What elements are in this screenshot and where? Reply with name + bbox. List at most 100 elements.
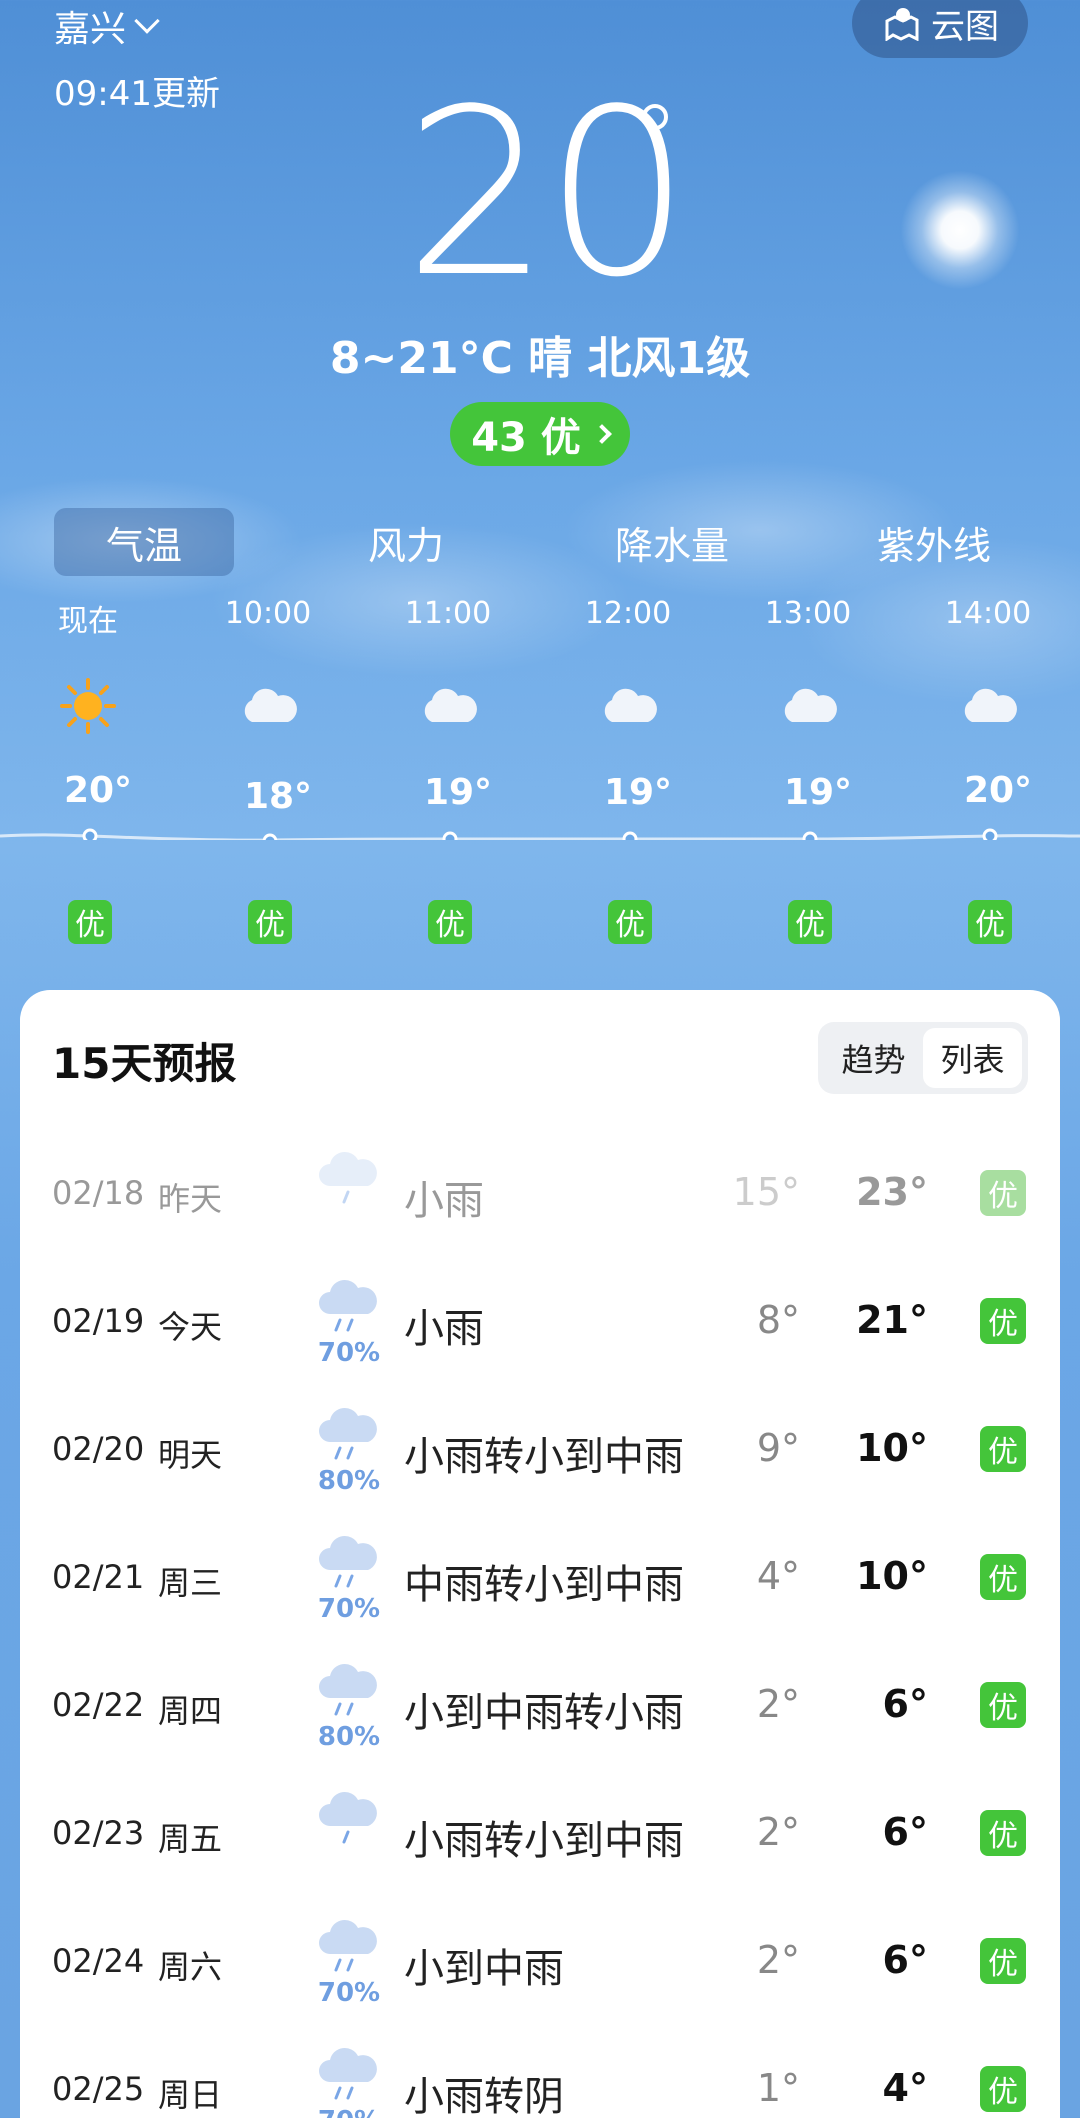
rain-icon <box>316 1916 386 1976</box>
tab-label: 风力 <box>367 523 444 568</box>
forecast-day: 周三 <box>158 1564 223 1602</box>
sun-icon <box>18 676 158 736</box>
aqi-label: 43 优 <box>471 415 581 461</box>
forecast-description: 小到中雨 <box>404 1946 564 1992</box>
cloud-icon <box>378 676 518 736</box>
hour-temp: 20° <box>963 770 1033 811</box>
aqi-badge: 优 <box>980 1682 1026 1728</box>
low-temp: 4° <box>756 1554 800 1598</box>
forecast-date: 02/20 <box>52 1430 145 1468</box>
forecast-date: 02/19 <box>52 1302 145 1340</box>
hourly-tabs: 气温 风力 降水量 紫外线 <box>0 508 1080 576</box>
low-temp: 9° <box>756 1426 800 1470</box>
cloud-map-icon <box>885 8 919 41</box>
forecast-description: 小雨 <box>404 1306 484 1352</box>
tab-label: 气温 <box>105 523 182 568</box>
city-name: 嘉兴 <box>54 9 127 50</box>
high-temp: 10° <box>856 1426 928 1470</box>
forecast-date: 02/21 <box>52 1558 145 1596</box>
hour-aqi-badge: 优 <box>68 900 112 944</box>
tab-temperature[interactable]: 气温 <box>54 508 234 576</box>
tab-precipitation[interactable]: 降水量 <box>582 508 762 576</box>
temp-point <box>442 831 458 840</box>
hour-time: 10:00 <box>224 596 312 631</box>
hour-time: 现在 <box>58 604 118 639</box>
temp-point <box>982 828 998 840</box>
aqi-badge: 优 <box>980 1426 1026 1472</box>
hour-aqi-badge: 优 <box>248 900 292 944</box>
cloud-icon <box>918 676 1058 736</box>
rain-icon <box>316 1532 386 1592</box>
update-time: 09:41更新 <box>54 74 220 114</box>
hour-aqi-badge: 优 <box>788 900 832 944</box>
forecast-day: 今天 <box>158 1308 223 1346</box>
hour-time: 13:00 <box>764 596 852 631</box>
forecast-card: 15天预报 趋势 列表 02/18 昨天 小雨 15° 23° 优 02/19 … <box>20 990 1060 2118</box>
aqi-badge: 优 <box>980 1554 1026 1600</box>
hour-aqi-badge: 优 <box>608 900 652 944</box>
forecast-description: 小雨转小到中雨 <box>404 1434 684 1480</box>
aqi-badge: 优 <box>980 1810 1026 1856</box>
trend-toggle[interactable]: 趋势 <box>824 1028 923 1088</box>
forecast-row[interactable]: 02/20 明天 80% 小雨转小到中雨 9° 10° 优 <box>20 1386 1060 1514</box>
low-temp: 2° <box>756 1682 800 1726</box>
rain-icon <box>316 2044 386 2104</box>
sun-glow <box>900 170 1020 290</box>
forecast-date: 02/24 <box>52 1942 145 1980</box>
hour-temp: 19° <box>603 772 673 813</box>
low-temp: 15° <box>732 1170 800 1214</box>
forecast-row[interactable]: 02/22 周四 80% 小到中雨转小雨 2° 6° 优 <box>20 1642 1060 1770</box>
forecast-description: 小到中雨转小雨 <box>404 1690 684 1736</box>
forecast-row[interactable]: 02/18 昨天 小雨 15° 23° 优 <box>20 1130 1060 1258</box>
low-temp: 2° <box>756 1810 800 1854</box>
forecast-date: 02/18 <box>52 1174 145 1212</box>
tab-label: 降水量 <box>614 523 729 568</box>
hour-temp: 20° <box>63 770 133 811</box>
today-summary: 8~21°C 晴 北风1级 <box>329 333 751 384</box>
forecast-title: 15天预报 <box>52 1039 237 1088</box>
aqi-badge: 优 <box>980 1938 1026 1984</box>
cloud-map-button[interactable]: 云图 <box>852 0 1028 58</box>
city-selector[interactable]: 嘉兴 <box>54 0 160 52</box>
tab-wind[interactable]: 风力 <box>316 508 496 576</box>
temp-point <box>802 831 818 840</box>
hour-aqi-badge: 优 <box>428 900 472 944</box>
forecast-day: 周五 <box>158 1820 223 1858</box>
forecast-row[interactable]: 02/21 周三 70% 中雨转小到中雨 4° 10° 优 <box>20 1514 1060 1642</box>
light-rain-icon <box>316 1788 386 1848</box>
rain-icon <box>316 1404 386 1464</box>
list-toggle[interactable]: 列表 <box>923 1028 1022 1088</box>
degree-symbol <box>642 104 668 130</box>
precipitation-probability: 70% <box>317 1594 381 1624</box>
tab-uv[interactable]: 紫外线 <box>844 508 1024 576</box>
cloud-icon <box>558 676 698 736</box>
precipitation-probability: 80% <box>317 1722 381 1752</box>
high-temp: 10° <box>856 1554 928 1598</box>
chevron-right-icon <box>591 424 612 444</box>
light-rain-icon <box>316 1148 386 1208</box>
forecast-row[interactable]: 02/23 周五 小雨转小到中雨 2° 6° 优 <box>20 1770 1060 1898</box>
forecast-description: 小雨转小到中雨 <box>404 1818 684 1864</box>
forecast-row[interactable]: 02/24 周六 70% 小到中雨 2° 6° 优 <box>20 1898 1060 2026</box>
hour-time: 11:00 <box>404 596 492 631</box>
rain-icon <box>316 1660 386 1720</box>
aqi-button[interactable]: 43 优 <box>450 402 630 466</box>
high-temp: 6° <box>882 1938 928 1982</box>
forecast-date: 02/23 <box>52 1814 145 1852</box>
rain-icon <box>316 1276 386 1336</box>
forecast-description: 小雨转阴 <box>404 2074 564 2118</box>
forecast-row[interactable]: 02/19 今天 70% 小雨 8° 21° 优 <box>20 1258 1060 1386</box>
temp-point <box>82 828 98 840</box>
tab-label: 紫外线 <box>876 523 991 568</box>
forecast-row[interactable]: 02/25 周日 70% 小雨转阴 1° 4° 优 <box>20 2026 1060 2118</box>
cloud-map-label: 云图 <box>931 6 999 47</box>
forecast-description: 中雨转小到中雨 <box>404 1562 684 1608</box>
high-temp: 6° <box>882 1682 928 1726</box>
hour-temp: 19° <box>783 772 853 813</box>
forecast-day: 周日 <box>158 2076 223 2114</box>
aqi-badge: 优 <box>980 1298 1026 1344</box>
view-toggle: 趋势 列表 <box>818 1022 1028 1094</box>
hour-temp: 19° <box>423 772 493 813</box>
forecast-description: 小雨 <box>404 1178 484 1224</box>
hour-aqi-badge: 优 <box>968 900 1012 944</box>
